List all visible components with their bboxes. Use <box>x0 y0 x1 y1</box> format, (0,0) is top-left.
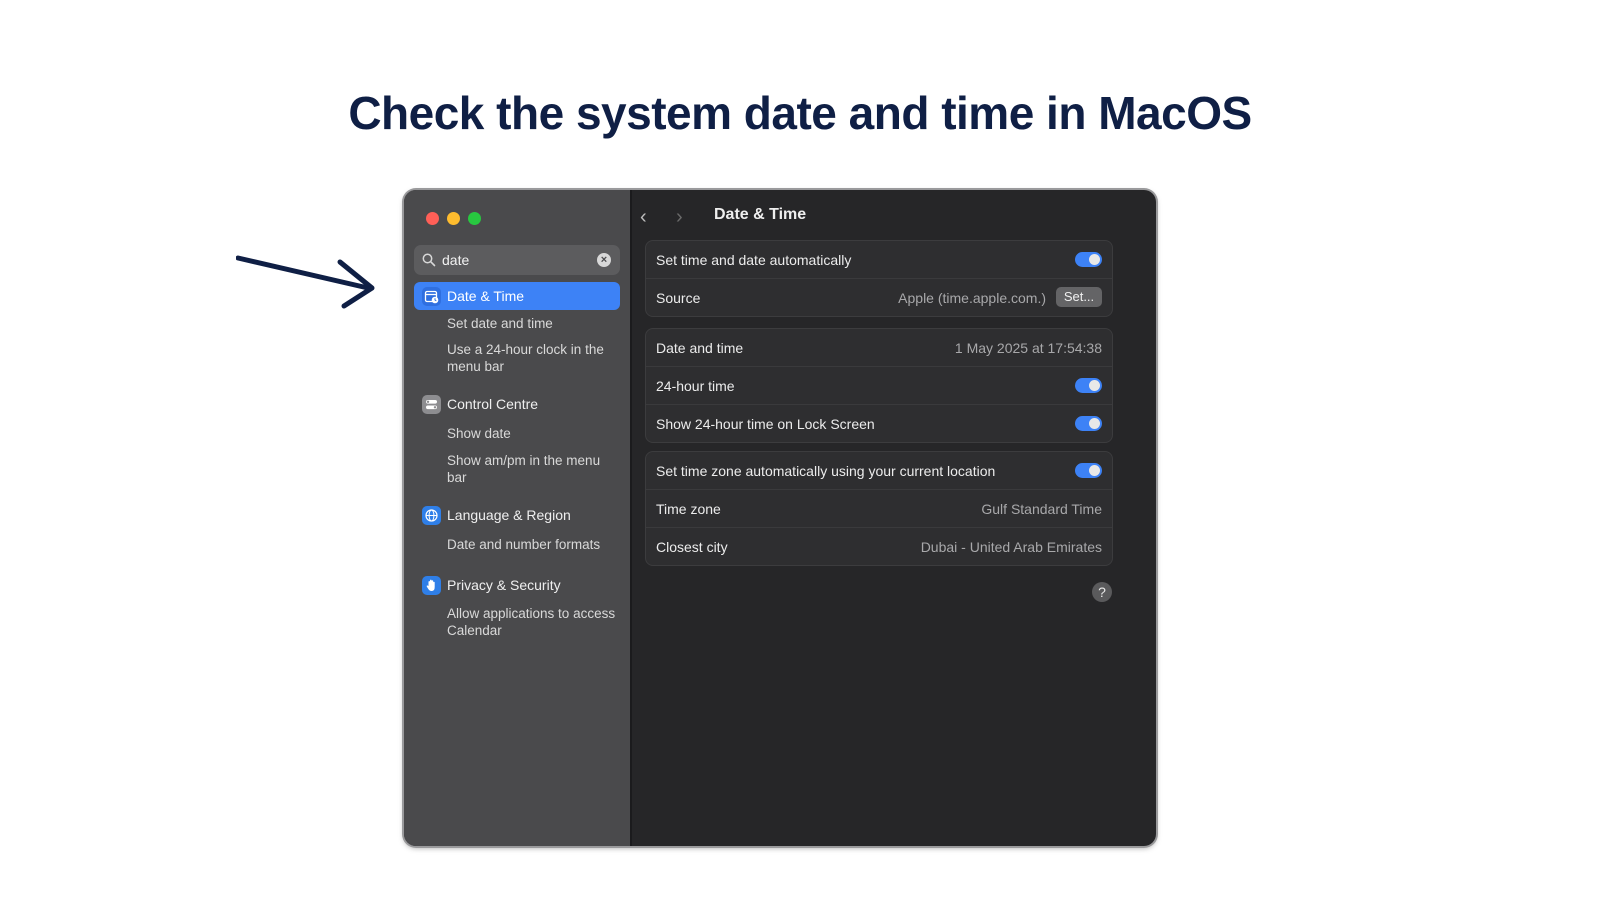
source-value: Apple (time.apple.com.) <box>898 290 1046 306</box>
search-input[interactable] <box>442 250 592 270</box>
sidebar-subitem-access-calendar[interactable]: Allow applications to access Calendar <box>447 605 619 639</box>
sidebar-item-control-centre[interactable]: Control Centre <box>414 390 620 418</box>
auto-time-toggle[interactable] <box>1075 252 1102 267</box>
sidebar-item-label: Privacy & Security <box>447 577 561 593</box>
sidebar: × Date & Time Set date and time Use a 24… <box>404 190 632 846</box>
sidebar-subitem-date-number-formats[interactable]: Date and number formats <box>447 536 619 553</box>
sidebar-item-date-time[interactable]: Date & Time <box>414 282 620 310</box>
row-label: Show 24-hour time on Lock Screen <box>656 416 875 432</box>
row-label: Set time and date automatically <box>656 252 852 268</box>
minimize-window-button[interactable] <box>447 212 460 225</box>
system-settings-window: × Date & Time Set date and time Use a 24… <box>404 190 1156 846</box>
pane-title: Date & Time <box>714 206 807 223</box>
sidebar-item-label: Control Centre <box>447 396 539 412</box>
settings-row: Source Apple (time.apple.com.) Set... <box>646 278 1112 316</box>
date-time-group: Date and time 1 May 2025 at 17:54:38 24-… <box>645 328 1113 443</box>
lock-screen-24-hour-toggle[interactable] <box>1075 416 1102 431</box>
auto-time-zone-toggle[interactable] <box>1075 463 1102 478</box>
sidebar-subitem-24-hour-clock[interactable]: Use a 24-hour clock in the menu bar <box>447 341 619 375</box>
sidebar-item-label: Language & Region <box>447 507 571 523</box>
settings-row: Closest city Dubai - United Arab Emirate… <box>646 527 1112 565</box>
back-chevron-icon[interactable]: ‹ <box>640 206 647 229</box>
settings-row: Time zone Gulf Standard Time <box>646 489 1112 527</box>
closest-city-value: Dubai - United Arab Emirates <box>920 539 1102 555</box>
search-icon <box>422 253 436 267</box>
sidebar-item-privacy-security[interactable]: Privacy & Security <box>414 571 620 599</box>
sidebar-subitem-set-date-time[interactable]: Set date and time <box>447 315 619 332</box>
sidebar-item-language-region[interactable]: Language & Region <box>414 501 620 529</box>
clear-search-icon[interactable]: × <box>597 253 611 267</box>
forward-chevron-icon[interactable]: › <box>676 206 683 229</box>
sidebar-subitem-show-am-pm[interactable]: Show am/pm in the menu bar <box>447 452 619 486</box>
row-label: Set time zone automatically using your c… <box>656 463 996 479</box>
sidebar-subitem-show-date[interactable]: Show date <box>447 425 619 442</box>
zoom-window-button[interactable] <box>468 212 481 225</box>
globe-icon <box>422 506 441 525</box>
24-hour-toggle[interactable] <box>1075 378 1102 393</box>
auto-time-group: Set time and date automatically Source A… <box>645 240 1113 317</box>
settings-row: Show 24-hour time on Lock Screen <box>646 404 1112 442</box>
row-label: Date and time <box>656 340 744 356</box>
hand-icon <box>422 576 441 595</box>
row-label: 24-hour time <box>656 378 735 394</box>
time-zone-value: Gulf Standard Time <box>981 501 1102 517</box>
set-source-button[interactable]: Set... <box>1056 287 1102 307</box>
pointer-arrow-icon <box>236 255 375 309</box>
close-window-button[interactable] <box>426 212 439 225</box>
settings-row: 24-hour time <box>646 366 1112 404</box>
search-field[interactable]: × <box>414 245 620 275</box>
help-button[interactable]: ? <box>1092 582 1112 602</box>
row-label: Source <box>656 290 701 306</box>
date-time-value: 1 May 2025 at 17:54:38 <box>954 340 1102 356</box>
settings-row: Set time and date automatically <box>646 241 1112 278</box>
sidebar-item-label: Date & Time <box>447 288 525 304</box>
row-label: Closest city <box>656 539 728 555</box>
settings-row: Set time zone automatically using your c… <box>646 452 1112 489</box>
row-label: Time zone <box>656 501 721 517</box>
settings-row: Date and time 1 May 2025 at 17:54:38 <box>646 329 1112 366</box>
calendar-clock-icon <box>422 287 441 306</box>
control-centre-icon <box>422 395 441 414</box>
page-heading: Check the system date and time in MacOS <box>348 87 1252 139</box>
time-zone-group: Set time zone automatically using your c… <box>645 451 1113 566</box>
